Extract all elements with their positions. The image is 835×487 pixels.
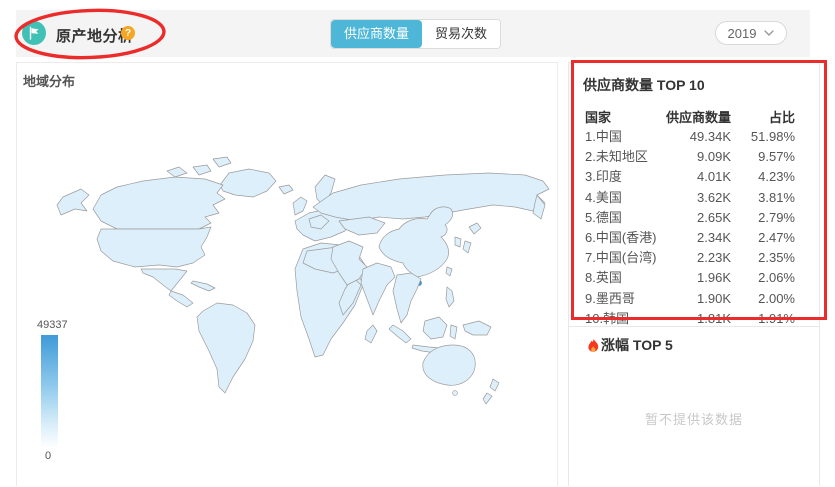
country-cell: 7.中国(台湾) [585,250,657,266]
flag-icon [29,26,39,40]
country-cell: 8.英国 [585,270,622,286]
year-select[interactable]: 2019 [715,21,787,45]
header-band: 原产地分析 ? 供应商数量 贸易次数 2019 [16,10,810,57]
table-row[interactable]: 1.中国 49.34K 51.98% [569,127,819,147]
table-row[interactable]: 7.中国(台湾) 2.23K 2.35% [569,248,819,268]
table-row[interactable]: 4.美国 3.62K 3.81% [569,188,819,208]
year-value: 2019 [727,25,757,41]
count-cell: 2.34K [697,230,731,246]
count-cell: 49.34K [689,129,731,144]
table-row[interactable]: 3.印度 4.01K 4.23% [569,167,819,187]
share-cell: 9.57% [758,149,795,165]
table-row[interactable]: 8.英国 1.96K 2.06% [569,268,819,288]
country-cell: 9.墨西哥 [585,290,635,306]
map-tasmania [452,390,458,396]
table-row[interactable]: 9.墨西哥 1.90K 2.00% [569,289,819,309]
legend-gradient-bar [41,335,58,447]
share-cell: 2.35% [758,250,795,266]
map-arctic-islands [166,156,232,178]
map-japan[interactable] [462,222,482,254]
map-taiwan[interactable] [445,266,453,277]
legend-min-label: 0 [45,450,52,462]
top10-title: 供应商数量 TOP 10 [583,77,705,93]
table-row[interactable]: 5.德国 2.65K 2.79% [569,208,819,228]
map-country-mexico[interactable] [140,268,188,292]
map-card: 地域分布 49337 0 [16,62,558,486]
origin-analysis-icon [22,21,46,45]
share-cell: 2.79% [758,209,795,225]
count-cell: 1.90K [697,290,731,306]
supplier-top10-card: 供应商数量 TOP 10 国家 供应商数量 占比 1.中国 49.34K 51.… [568,62,820,327]
world-map[interactable] [17,63,559,487]
map-alaska[interactable] [56,188,90,216]
top10-table-body: 1.中国 49.34K 51.98% 2.未知地区 9.09K 9.57% 3.… [569,127,819,329]
table-header-row: 国家 供应商数量 占比 [569,109,819,127]
map-central-america[interactable] [168,290,194,308]
count-cell: 2.65K [697,209,731,225]
map-greenland[interactable] [219,168,277,198]
empty-data-text: 暂不提供该数据 [644,412,743,427]
chevron-down-icon [764,30,775,36]
rise-title: 涨幅 TOP 5 [601,337,673,353]
count-cell: 4.01K [697,169,731,185]
country-cell: 5.德国 [585,209,622,225]
col-country: 国家 [585,110,612,125]
map-country-usa[interactable] [96,226,212,268]
country-cell: 6.中国(香港) [585,230,657,246]
map-south-america[interactable] [196,302,256,394]
toggle-trade-count[interactable]: 贸易次数 [422,20,501,48]
country-cell: 2.未知地区 [585,149,648,165]
count-cell: 3.62K [697,189,731,205]
share-cell: 4.23% [758,169,795,185]
map-philippines [445,286,455,308]
map-canada[interactable] [92,176,226,230]
metric-toggle: 供应商数量 贸易次数 [330,19,502,49]
rise-title-row: 涨幅 TOP 5 [587,335,673,355]
share-cell: 51.98% [750,129,795,144]
legend-max-label: 49337 [37,319,68,331]
table-row[interactable]: 2.未知地区 9.09K 9.57% [569,147,819,167]
toggle-supplier-count[interactable]: 供应商数量 [331,20,423,48]
map-se-asia[interactable] [392,272,422,324]
table-row[interactable]: 6.中国(香港) 2.34K 2.47% [569,228,819,248]
map-caribbean [190,280,216,292]
map-country-india[interactable] [360,262,396,316]
count-cell: 2.23K [697,250,731,266]
share-cell: 2.00% [758,290,795,306]
help-icon[interactable]: ? [121,26,135,40]
map-new-zealand [482,378,500,405]
country-cell: 4.美国 [585,189,622,205]
rise-top5-card: 涨幅 TOP 5 暂不提供该数据 [568,326,820,486]
share-cell: 3.81% [758,189,795,205]
count-cell: 9.09K [697,149,731,165]
count-cell: 1.96K [697,270,731,286]
share-cell: 2.47% [758,230,795,246]
map-madagascar [364,324,378,344]
flame-icon [587,338,600,353]
country-cell: 1.中国 [585,129,622,144]
col-count: 供应商数量 [665,110,731,125]
map-korea[interactable] [454,236,462,248]
map-country-uk[interactable] [292,196,308,216]
country-cell: 3.印度 [585,169,622,185]
map-legend: 49337 0 [35,319,95,462]
col-share: 占比 [768,110,795,125]
map-iceland [278,184,294,195]
share-cell: 2.06% [758,270,795,286]
